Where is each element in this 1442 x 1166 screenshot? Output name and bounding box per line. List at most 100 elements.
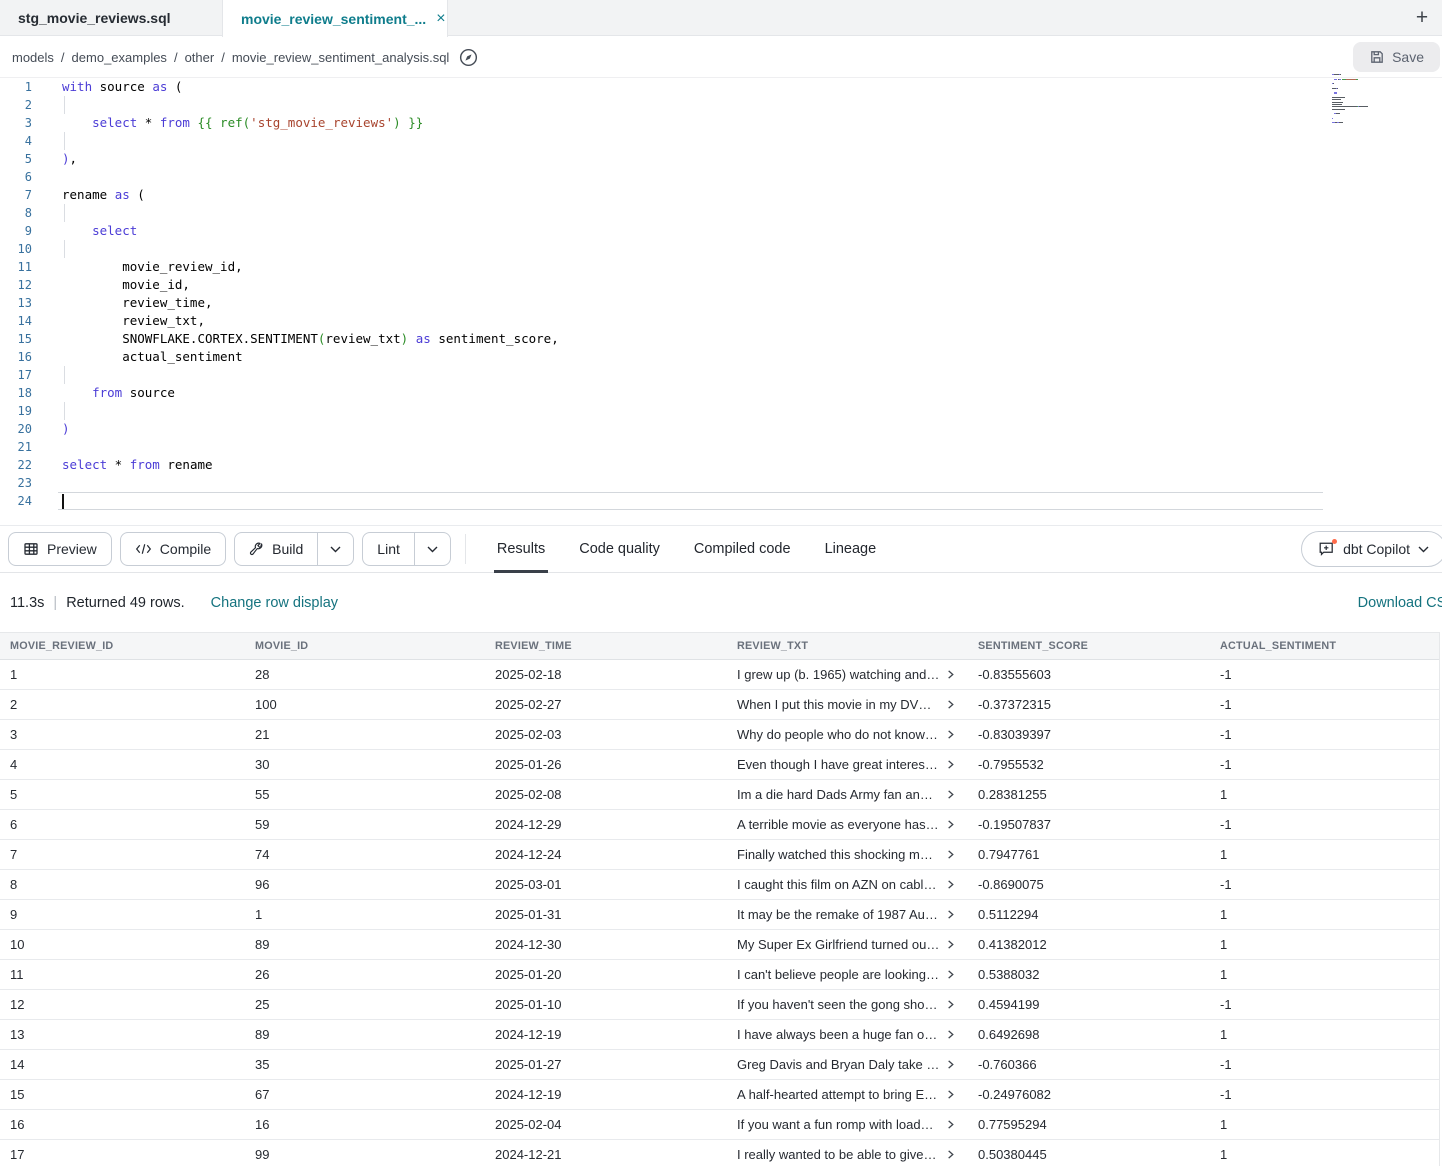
expand-cell-icon[interactable] (945, 1119, 956, 1130)
change-row-display-link[interactable]: Change row display (211, 595, 338, 611)
query-time: 11.3s (10, 595, 44, 611)
expand-cell-icon[interactable] (945, 819, 956, 830)
tab-lineage[interactable]: Lineage (808, 525, 894, 573)
code-line: 3 select * from {{ ref('stg_movie_review… (0, 114, 1442, 132)
cell-movie_id: 89 (246, 1020, 486, 1049)
breadcrumb-item[interactable]: models (12, 50, 54, 65)
column-header-review_time[interactable]: REVIEW_TIME (486, 633, 728, 659)
cell-sentiment_score: -0.8690075 (969, 870, 1211, 899)
cell-movie_review_id: 2 (0, 690, 246, 719)
tab-code-quality[interactable]: Code quality (562, 525, 677, 573)
expand-cell-icon[interactable] (945, 699, 956, 710)
review-text: A terrible movie as everyone has said. … (737, 817, 940, 832)
code-line: 5), (0, 150, 1442, 168)
cell-movie_review_id: 13 (0, 1020, 246, 1049)
compass-icon[interactable] (459, 48, 478, 67)
minimap-line (1332, 104, 1342, 105)
breadcrumb-separator: / (61, 50, 65, 65)
code-line: 24 (0, 492, 1442, 510)
cell-sentiment_score: 0.5112294 (969, 900, 1211, 929)
code-line-content: actual_sentiment (36, 348, 1442, 366)
cell-review_txt: When I put this movie in my DVD playe… (728, 690, 969, 719)
cell-sentiment_score: -0.83555603 (969, 660, 1211, 689)
expand-cell-icon[interactable] (945, 849, 956, 860)
code-line-content: select (36, 222, 1442, 240)
expand-cell-icon[interactable] (945, 789, 956, 800)
cell-sentiment_score: 0.50380445 (969, 1140, 1211, 1166)
code-line: 15 SNOWFLAKE.CORTEX.SENTIMENT(review_txt… (0, 330, 1442, 348)
expand-cell-icon[interactable] (945, 969, 956, 980)
build-menu-button[interactable] (317, 533, 353, 565)
query-status-row: 11.3s | Returned 49 rows. Change row dis… (0, 573, 1442, 632)
build-button[interactable]: Build (235, 533, 317, 565)
expand-cell-icon[interactable] (945, 1149, 956, 1160)
review-text-wrap: A half-hearted attempt to bring Elvis P… (737, 1087, 956, 1102)
cell-actual_sentiment: 1 (1211, 1140, 1439, 1166)
code-line: 22select * from rename (0, 456, 1442, 474)
dbt-copilot-button[interactable]: dbt Copilot (1301, 531, 1442, 567)
editor-minimap[interactable] (1332, 74, 1410, 134)
compile-button[interactable]: Compile (120, 532, 226, 566)
cell-movie_review_id: 10 (0, 930, 246, 959)
minimap-line (1332, 97, 1345, 98)
code-line-content (36, 96, 1442, 114)
code-line-content: select * from {{ ref('stg_movie_reviews'… (36, 114, 1442, 132)
expand-cell-icon[interactable] (945, 939, 956, 950)
expand-cell-icon[interactable] (945, 1059, 956, 1070)
cell-movie_review_id: 14 (0, 1050, 246, 1079)
review-text-wrap: Even though I have great interest in Bi… (737, 757, 956, 772)
compile-label: Compile (160, 541, 211, 557)
download-csv-link[interactable]: Download CSV (1358, 595, 1442, 611)
expand-cell-icon[interactable] (945, 1029, 956, 1040)
cell-sentiment_score: 0.41382012 (969, 930, 1211, 959)
column-header-actual_sentiment[interactable]: ACTUAL_SENTIMENT (1211, 633, 1439, 659)
new-tab-button[interactable]: + (1408, 4, 1436, 32)
tab-compiled-code[interactable]: Compiled code (677, 525, 808, 573)
table-row: 912025-01-31It may be the remake of 1987… (0, 900, 1439, 930)
cell-actual_sentiment: -1 (1211, 660, 1439, 689)
expand-cell-icon[interactable] (945, 879, 956, 890)
close-tab-icon[interactable]: × (436, 10, 445, 28)
column-header-sentiment_score[interactable]: SENTIMENT_SCORE (969, 633, 1211, 659)
minimap-line (1340, 74, 1341, 75)
expand-cell-icon[interactable] (945, 729, 956, 740)
cell-review_time: 2025-03-01 (486, 870, 728, 899)
cell-actual_sentiment: -1 (1211, 750, 1439, 779)
cell-actual_sentiment: -1 (1211, 1080, 1439, 1109)
save-button[interactable]: Save (1353, 42, 1440, 72)
sql-code-editor[interactable]: 1with source as (23 select * from {{ ref… (0, 78, 1442, 525)
expand-cell-icon[interactable] (945, 999, 956, 1010)
breadcrumb-item[interactable]: demo_examples (72, 50, 167, 65)
cell-sentiment_score: 0.4594199 (969, 990, 1211, 1019)
cell-movie_review_id: 5 (0, 780, 246, 809)
breadcrumb-item[interactable]: movie_review_sentiment_analysis.sql (232, 50, 450, 65)
line-number: 18 (0, 384, 36, 402)
tab-results[interactable]: Results (480, 525, 562, 573)
minimap-line (1334, 92, 1337, 93)
expand-cell-icon[interactable] (945, 759, 956, 770)
cell-movie_id: 74 (246, 840, 486, 869)
cell-movie_id: 67 (246, 1080, 486, 1109)
expand-cell-icon[interactable] (945, 1089, 956, 1100)
expand-cell-icon[interactable] (945, 909, 956, 920)
expand-cell-icon[interactable] (945, 669, 956, 680)
code-line-content: SNOWFLAKE.CORTEX.SENTIMENT(review_txt) a… (36, 330, 1442, 348)
column-header-movie_review_id[interactable]: MOVIE_REVIEW_ID (0, 633, 246, 659)
tab-movie-review-sentiment[interactable]: movie_review_sentiment_... × (222, 0, 448, 37)
code-line-content: ), (36, 150, 1442, 168)
preview-button[interactable]: Preview (8, 532, 112, 566)
review-text: A half-hearted attempt to bring Elvis P… (737, 1087, 940, 1102)
column-header-movie_id[interactable]: MOVIE_ID (246, 633, 486, 659)
code-line: 23 (0, 474, 1442, 492)
breadcrumb-item[interactable]: other (185, 50, 215, 65)
table-row: 16162025-02-04If you want a fun romp wit… (0, 1110, 1439, 1140)
lint-menu-button[interactable] (414, 533, 450, 565)
review-text: If you haven't seen the gong show TV s… (737, 997, 940, 1012)
lint-button[interactable]: Lint (363, 533, 414, 565)
cell-movie_id: 35 (246, 1050, 486, 1079)
code-line: 19 (0, 402, 1442, 420)
review-text-wrap: I have always been a huge fan of "Hom… (737, 1027, 956, 1042)
code-icon (135, 542, 152, 556)
column-header-review_txt[interactable]: REVIEW_TXT (728, 633, 969, 659)
tab-stg-movie-reviews[interactable]: stg_movie_reviews.sql (0, 0, 222, 35)
